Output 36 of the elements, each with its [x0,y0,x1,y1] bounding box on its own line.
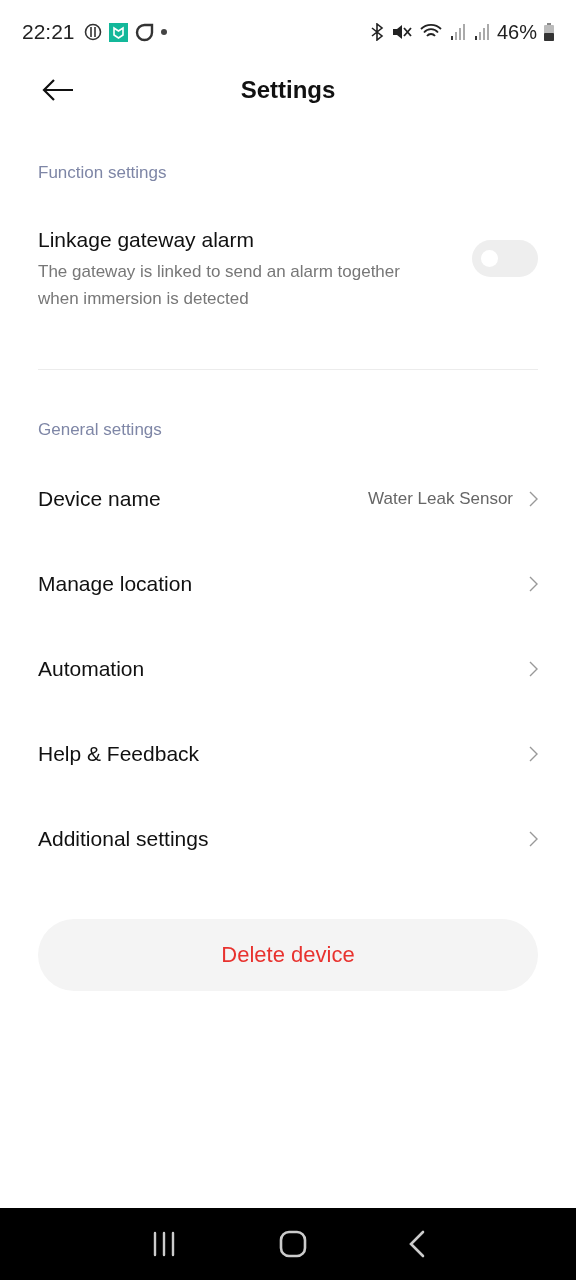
setting-label: Automation [38,656,145,681]
settings-row[interactable]: Additional settings [0,796,576,881]
chevron-right-icon [529,745,538,762]
setting-label: Device name [38,486,161,511]
signal-icon [449,23,466,41]
delete-device-button[interactable]: Delete device [38,919,538,991]
setting-label: Additional settings [38,826,209,851]
section-heading: General settings [38,419,163,441]
setting-label: Help & Feedback [38,741,200,766]
battery-icon [544,23,554,41]
settings-row[interactable]: Help & Feedback [0,711,576,796]
chevron-right-icon [529,660,538,677]
bluetooth-icon [369,23,384,41]
settings-row[interactable]: Automation [0,626,576,711]
recent-apps-icon[interactable] [151,1231,177,1257]
chevron-right-icon [529,575,538,592]
app-icon [108,22,128,42]
dot-icon [160,29,167,35]
settings-row[interactable]: Device name Water Leak Sensor [0,456,576,541]
section-heading: Function settings [38,162,168,184]
chevron-right-icon [529,830,538,847]
back-icon[interactable] [409,1230,425,1258]
back-arrow-icon[interactable] [42,79,74,101]
mute-icon [391,23,412,41]
clock-time: 22:21 [22,20,75,44]
setting-description: The gateway is linked to send an alarm together when immersion is detected [38,261,401,310]
setting-value: Water Leak Sensor [368,488,513,509]
setting-label: Manage location [38,571,193,596]
signal-icon [473,23,490,41]
home-icon[interactable] [279,1230,307,1258]
battery-percent: 46% [496,20,537,44]
settings-row[interactable]: Manage location [0,541,576,626]
ring-icon [134,22,154,42]
page-title: Settings [240,76,336,104]
chevron-right-icon [529,490,538,507]
setting-label: Linkage gateway alarm [38,227,255,253]
